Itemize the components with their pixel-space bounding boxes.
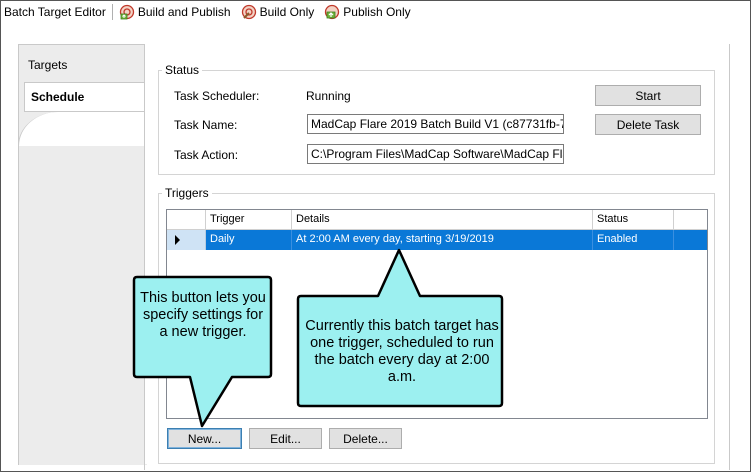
build-and-publish-button[interactable]: Build and Publish bbox=[119, 4, 231, 20]
build-and-publish-label: Build and Publish bbox=[137, 5, 231, 19]
task-scheduler-value: Running bbox=[306, 89, 351, 103]
row-header-column bbox=[167, 210, 206, 229]
cell-filler bbox=[674, 230, 707, 250]
cell-trigger: Daily bbox=[206, 230, 292, 250]
task-action-field[interactable]: C:\Program Files\MadCap Software\MadCap … bbox=[307, 144, 564, 164]
build-only-label: Build Only bbox=[259, 5, 315, 19]
build-publish-icon bbox=[119, 4, 134, 20]
build-icon bbox=[241, 4, 256, 20]
column-trigger[interactable]: Trigger bbox=[206, 210, 292, 229]
toolbar: Batch Target Editor Build and Publish Bu… bbox=[0, 0, 749, 24]
task-scheduler-label: Task Scheduler: bbox=[174, 89, 260, 103]
delete-task-button[interactable]: Delete Task bbox=[595, 114, 701, 135]
toolbar-separator bbox=[111, 4, 113, 20]
publish-icon bbox=[325, 4, 340, 20]
current-row-arrow-icon bbox=[175, 235, 180, 245]
task-name-field[interactable]: MadCap Flare 2019 Batch Build V1 (c87731… bbox=[307, 114, 564, 134]
delete-trigger-button[interactable]: Delete... bbox=[329, 428, 402, 449]
task-name-label: Task Name: bbox=[174, 118, 238, 132]
tab-schedule[interactable]: Schedule bbox=[24, 82, 146, 112]
new-button-callout-text: This button lets you specify settings fo… bbox=[140, 290, 266, 340]
task-action-label: Task Action: bbox=[174, 148, 239, 162]
triggers-table-header: Trigger Details Status bbox=[167, 210, 707, 230]
column-details[interactable]: Details bbox=[292, 210, 593, 229]
status-legend: Status bbox=[165, 63, 200, 77]
row-header[interactable] bbox=[167, 230, 206, 250]
column-status[interactable]: Status bbox=[593, 210, 674, 229]
publish-only-button[interactable]: Publish Only bbox=[324, 4, 411, 20]
cell-status: Enabled bbox=[593, 230, 674, 250]
build-only-button[interactable]: Build Only bbox=[241, 4, 315, 20]
editor-title: Batch Target Editor bbox=[4, 5, 106, 19]
triggers-legend: Triggers bbox=[165, 186, 209, 200]
publish-only-label: Publish Only bbox=[343, 5, 411, 19]
tab-targets[interactable]: Targets bbox=[18, 50, 144, 80]
trigger-row-callout-text: Currently this batch target has one trig… bbox=[305, 318, 499, 385]
tab-strip-curve bbox=[18, 112, 147, 146]
start-button[interactable]: Start bbox=[595, 85, 701, 106]
